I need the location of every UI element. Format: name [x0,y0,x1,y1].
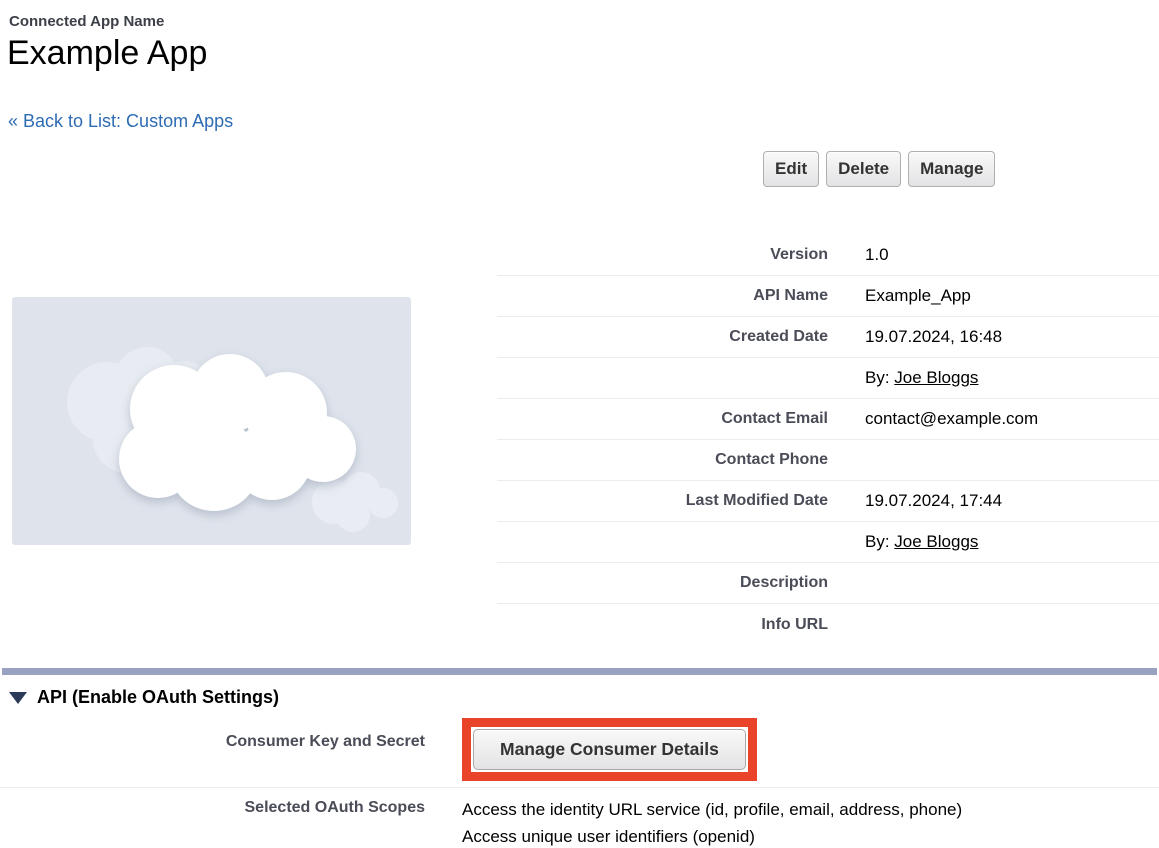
field-label: Last Modified Date [497,492,828,510]
field-label: Created Date [497,328,828,346]
consumer-key-secret-value: Manage Consumer Details [462,712,757,787]
field-label: Description [497,574,828,592]
table-row-last-modified-date: Last Modified Date 19.07.2024, 17:44 [497,481,1159,522]
table-row-contact-email: Contact Email contact@example.com [497,399,1159,440]
consumer-key-secret-row: Consumer Key and Secret Manage Consumer … [0,712,1159,788]
section-divider-bar [2,668,1157,675]
field-label: Version [497,246,828,264]
field-value: contact@example.com [865,409,1038,429]
page-title: Example App [7,34,207,73]
oauth-section-title: API (Enable OAuth Settings) [37,687,279,708]
edit-button[interactable]: Edit [763,151,819,187]
collapse-triangle-icon[interactable] [9,692,27,704]
field-value: 19.07.2024, 17:44 [865,491,1002,511]
cloud-illustration [12,297,411,545]
table-row-api-name: API Name Example_App [497,276,1159,317]
oauth-scope-item: Access the identity URL service (id, pro… [462,796,962,823]
selected-oauth-scopes-row: Selected OAuth Scopes Access the identit… [0,789,1159,848]
table-row-version: Version 1.0 [497,235,1159,276]
table-row-info-url: Info URL [497,604,1159,645]
field-value: By: Joe Bloggs [865,532,978,552]
oauth-scope-item: Access unique user identifiers (openid) [462,823,962,848]
selected-oauth-scopes-value: Access the identity URL service (id, pro… [462,796,962,848]
table-row-description: Description [497,563,1159,604]
app-logo-image [12,297,411,545]
highlight-box: Manage Consumer Details [462,718,757,781]
action-toolbar: Edit Delete Manage [763,151,995,187]
back-to-list-link[interactable]: « Back to List: Custom Apps [8,111,233,132]
field-label: API Name [497,287,828,305]
consumer-key-secret-label: Consumer Key and Secret [0,712,425,787]
manage-consumer-details-button[interactable]: Manage Consumer Details [473,729,746,770]
field-value: 1.0 [865,245,889,265]
connected-app-detail-page: Connected App Name Example App « Back to… [0,0,1159,848]
field-value: 19.07.2024, 16:48 [865,327,1002,347]
manage-button[interactable]: Manage [908,151,995,187]
by-prefix: By: [865,532,894,551]
table-row-modified-by: By: Joe Bloggs [497,522,1159,563]
table-row-created-date: Created Date 19.07.2024, 16:48 [497,317,1159,358]
table-row-created-by: By: Joe Bloggs [497,358,1159,399]
selected-oauth-scopes-label: Selected OAuth Scopes [0,796,425,848]
created-by-user-link[interactable]: Joe Bloggs [894,368,978,387]
field-label: Info URL [497,616,828,634]
table-row-contact-phone: Contact Phone [497,440,1159,481]
modified-by-user-link[interactable]: Joe Bloggs [894,532,978,551]
field-label: Contact Email [497,410,828,428]
field-label: Contact Phone [497,451,828,469]
oauth-section-header[interactable]: API (Enable OAuth Settings) [9,687,279,708]
by-prefix: By: [865,368,894,387]
field-value: Example_App [865,286,971,306]
delete-button[interactable]: Delete [826,151,901,187]
app-detail-table: Version 1.0 API Name Example_App Created… [497,235,1159,645]
connected-app-name-label: Connected App Name [9,13,164,30]
field-value: By: Joe Bloggs [865,368,978,388]
